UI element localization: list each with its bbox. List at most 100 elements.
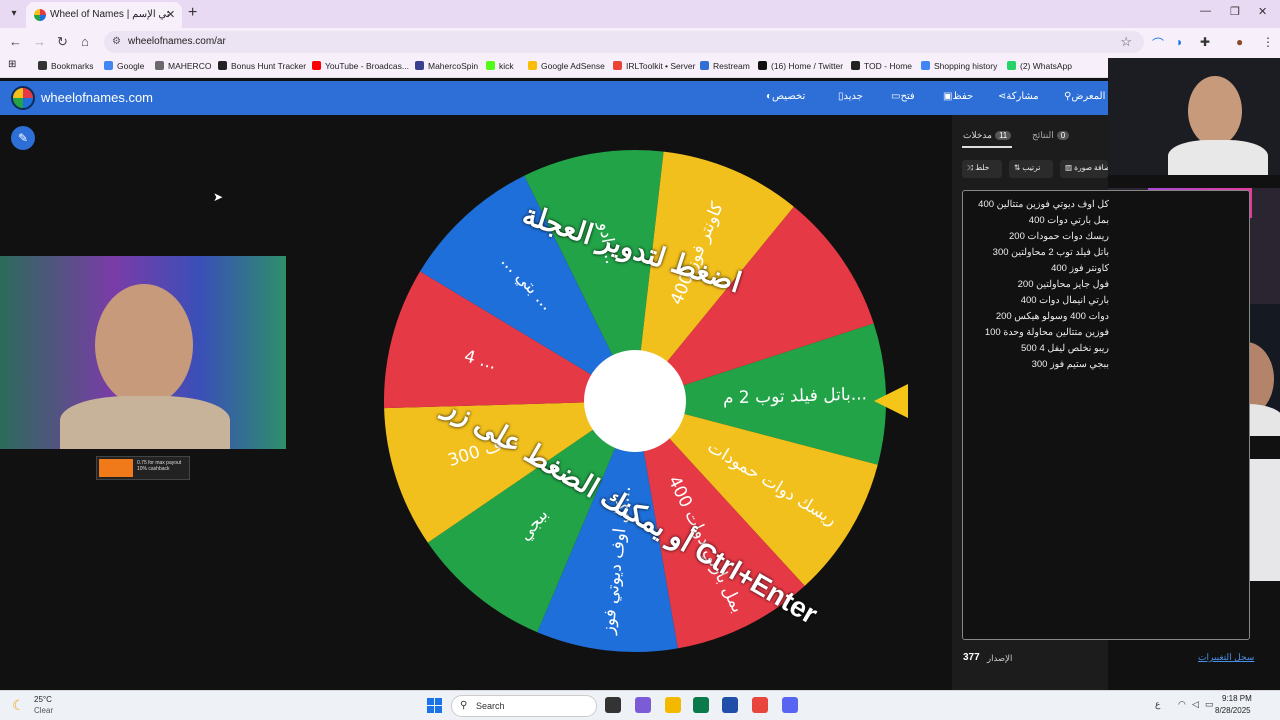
taskbar-app-icon[interactable] — [605, 697, 621, 713]
bookmark-star-icon[interactable]: ☆ — [1120, 34, 1132, 50]
bookmark-item[interactable]: MahercoSpin — [415, 61, 478, 71]
reload-icon[interactable]: ↻ — [57, 34, 68, 50]
taskbar-app-icon[interactable] — [752, 697, 768, 713]
bookmark-favicon-icon — [312, 61, 321, 70]
new-tab-button[interactable]: + — [188, 4, 197, 22]
entry-line[interactable]: فول جايز محاولتين 200 — [1018, 279, 1109, 290]
entry-line[interactable]: ريبو نخلص ليفل 4 500 — [1021, 343, 1109, 354]
forward-arrow-icon[interactable]: → — [33, 34, 46, 49]
bookmark-item[interactable]: (16) Home / Twitter — [758, 61, 843, 71]
tab-results[interactable]: النتائج 0 — [1032, 130, 1070, 141]
entry-line[interactable]: كل اوف ديوتي فوزين متتالين 400 — [978, 199, 1109, 210]
entry-line[interactable]: بمل بارتي دوات 400 — [1029, 215, 1109, 226]
taskbar-app-icon[interactable] — [693, 697, 709, 713]
site-title[interactable]: wheelofnames.com — [41, 90, 153, 105]
version-label: الإصدار — [987, 653, 1013, 663]
promo-logo — [99, 459, 133, 477]
windows-taskbar: ☾ 25°C Clear ⚲ Search ع ◠ ◁ ▭ 9:18 PM 8/… — [0, 690, 1280, 720]
menu-new-file[interactable]: ▯جديد — [832, 91, 863, 102]
minimize-button[interactable]: — — [1200, 5, 1211, 17]
restore-button[interactable]: ❐ — [1230, 5, 1240, 18]
bookmark-item[interactable]: IRLToolkit • Server — [613, 61, 695, 71]
bookmark-item[interactable]: Bookmarks — [38, 61, 94, 71]
back-arrow-icon[interactable]: ← — [9, 34, 22, 49]
tab-search-button[interactable]: ▾ — [6, 6, 22, 22]
taskbar-app-icon[interactable] — [782, 697, 798, 713]
changelog-link[interactable]: سجل التغييرات — [1198, 652, 1254, 663]
weather-description[interactable]: Clear — [34, 706, 53, 715]
tab-title: Wheel of Names | العشوائي الإسم — [50, 9, 170, 20]
clock-date[interactable]: 8/28/2025 — [1215, 706, 1251, 715]
entry-line[interactable]: فوزين متتالين محاولة وحدة 100 — [985, 327, 1109, 338]
add-image-button[interactable]: ▨ إضافة صورة — [1060, 160, 1108, 178]
taskbar-app-icon[interactable] — [722, 697, 738, 713]
url-field[interactable]: ⚙ wheelofnames.com/ar ☆ — [104, 31, 1144, 53]
language-indicator[interactable]: ع — [1155, 699, 1160, 710]
entry-line[interactable]: ريسك دوات حمودات 200 — [1009, 231, 1109, 242]
extensions-puzzle-icon[interactable]: ✚ — [1200, 35, 1210, 49]
site-info-icon[interactable]: ⚙ — [112, 36, 121, 47]
tab-entries[interactable]: مدخلات 11 — [963, 130, 1012, 141]
bookmark-favicon-icon — [528, 61, 537, 70]
weather-temperature[interactable]: 25°C — [34, 695, 52, 704]
promo-text: 0.75 for max payout 10% cashback — [137, 460, 182, 472]
menu-share[interactable]: ⋖مشاركة — [992, 91, 1039, 102]
entry-line[interactable]: ببجي ستيم فوز 300 — [1032, 359, 1109, 370]
bookmark-favicon-icon — [1007, 61, 1016, 70]
battery-icon[interactable]: ▭ — [1205, 699, 1214, 710]
bookmark-favicon-icon — [155, 61, 164, 70]
bookmark-item[interactable]: kick — [486, 61, 514, 71]
taskbar-app-icon[interactable] — [635, 697, 651, 713]
taskbar-search-field[interactable]: ⚲ Search — [451, 695, 597, 717]
wheel-center-hub[interactable] — [584, 350, 686, 452]
bookmark-favicon-icon — [218, 61, 227, 70]
sort-button[interactable]: ⇅ ترتيب — [1009, 160, 1053, 178]
wheel-segment-label: باتل فيلد توب 2 م... — [723, 384, 868, 408]
bookmark-label: Google AdSense — [541, 61, 605, 71]
menu-search[interactable]: ⚲المعرض — [1058, 91, 1105, 102]
bookmark-item[interactable]: Google — [104, 61, 144, 71]
close-window-button[interactable]: ✕ — [1258, 5, 1267, 18]
entry-line[interactable]: بارتي انيمال دوات 400 — [1021, 295, 1109, 306]
weather-moon-icon[interactable]: ☾ — [12, 697, 25, 714]
profile-avatar-icon[interactable]: ● — [1236, 35, 1243, 49]
bookmark-item[interactable]: YouTube - Broadcas... — [312, 61, 409, 71]
bookmark-item[interactable]: Shopping history — [921, 61, 997, 71]
bookmark-favicon-icon — [700, 61, 709, 70]
wheel-logo-icon[interactable] — [11, 86, 35, 110]
tab-close-icon[interactable]: ✕ — [166, 8, 175, 21]
bookmark-item[interactable]: Bonus Hunt Tracker — [218, 61, 306, 71]
shuffle-button[interactable]: ⤨ خلط — [962, 160, 1002, 178]
browser-tab[interactable]: Wheel of Names | العشوائي الإسم ✕ — [26, 2, 182, 28]
bookmark-item[interactable]: (2) WhatsApp — [1007, 61, 1072, 71]
entry-line[interactable]: باتل فيلد توب 2 محاولتين 300 — [993, 247, 1109, 258]
bookmark-item[interactable]: MAHERCO — [155, 61, 211, 71]
bookmark-label: TOD - Home — [864, 61, 913, 71]
menu-save[interactable]: ▣حفظ — [937, 91, 973, 102]
taskbar-app-icon[interactable] — [665, 697, 681, 713]
entry-line[interactable]: دوات 400 وسولو هيكس 200 — [996, 311, 1109, 322]
streamer-webcam-main — [0, 256, 286, 449]
entries-textarea[interactable]: كل اوف ديوتي فوزين متتالين 400 بمل بارتي … — [962, 190, 1250, 640]
volume-icon[interactable]: ◁ — [1192, 699, 1199, 710]
wifi-icon[interactable]: ◠ — [1178, 699, 1186, 710]
guest-1-shirt — [1168, 140, 1268, 175]
edit-pencil-icon[interactable]: ✎ — [11, 126, 35, 150]
bookmark-item[interactable]: Restream — [700, 61, 750, 71]
menu-folder[interactable]: ▭فتح — [885, 91, 915, 102]
clock-time[interactable]: 9:18 PM — [1222, 694, 1252, 703]
windows-start-icon[interactable] — [427, 698, 442, 713]
apps-grid-icon[interactable]: ⊞ — [8, 59, 16, 70]
extension-1-icon[interactable]: ⌒ — [1152, 35, 1164, 52]
bookmark-item[interactable]: TOD - Home — [851, 61, 912, 71]
bookmark-favicon-icon — [921, 61, 930, 70]
home-icon[interactable]: ⌂ — [81, 34, 89, 49]
taskbar-search-label: Search — [476, 701, 505, 711]
bookmark-item[interactable]: Google AdSense — [528, 61, 605, 71]
extension-2-icon[interactable]: ◗ — [1176, 35, 1183, 49]
entry-line[interactable]: كاونتر فوز 400 — [1051, 263, 1109, 274]
bookmark-label: Bookmarks — [51, 61, 94, 71]
browser-menu-icon[interactable]: ⋮ — [1262, 35, 1274, 49]
menu-label: مشاركة — [1006, 91, 1039, 102]
menu-palette[interactable]: ◐تخصيص — [760, 91, 805, 102]
